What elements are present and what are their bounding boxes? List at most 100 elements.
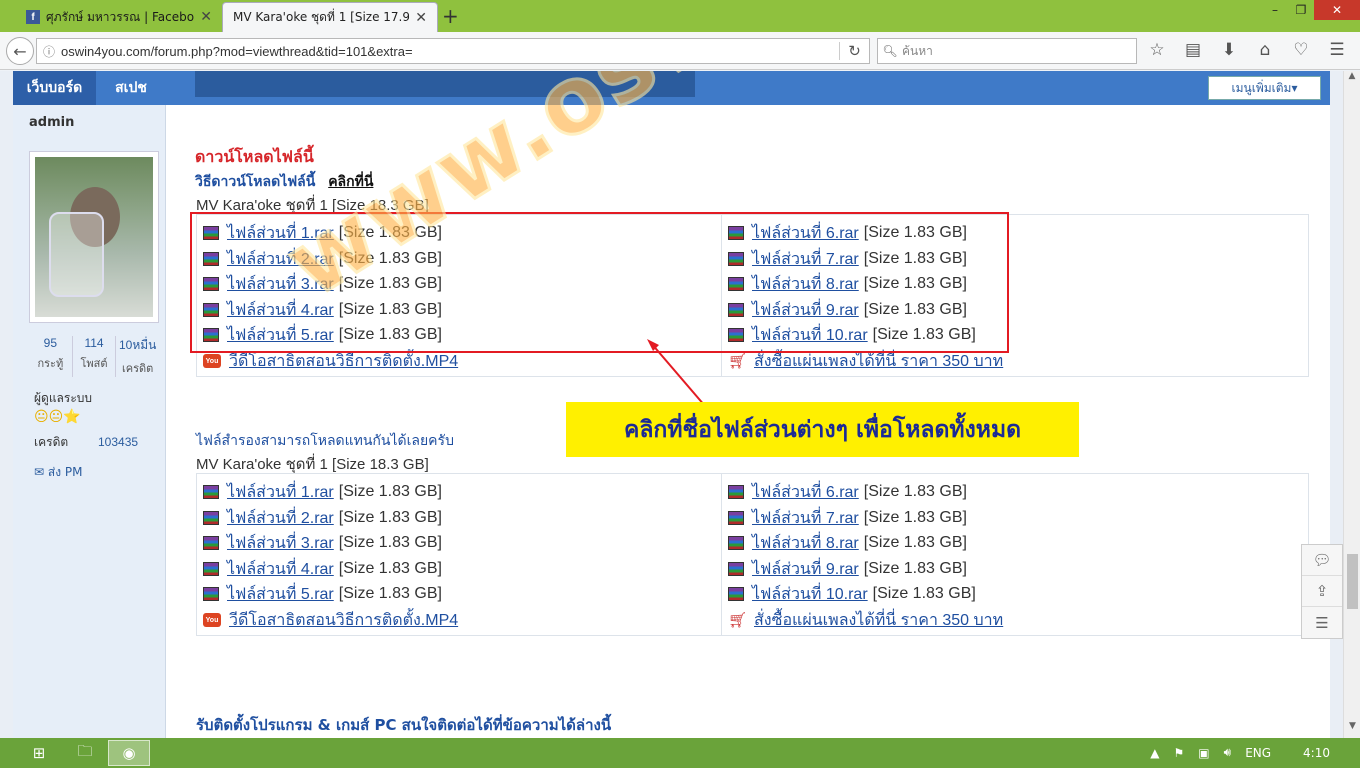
toolbar-icons: ☆ ▤ ⬇ ⌂ ♡ ☰: [1145, 40, 1349, 60]
maximize-button[interactable]: ❐: [1288, 0, 1314, 20]
home-icon[interactable]: ⌂: [1253, 40, 1277, 60]
nav-space[interactable]: สเปช: [101, 71, 161, 105]
list-item: ไฟล์ส่วนที่ 3.rar [Size 1.83 GB]: [203, 531, 442, 555]
size-label: [Size 1.83 GB]: [863, 483, 967, 500]
list-item: ไฟล์ส่วนที่ 5.rar [Size 1.83 GB]: [203, 582, 442, 606]
tab-mv-karaoke[interactable]: MV Kara'oke ชุดที่ 1 [Size 17.9 ... ✕: [222, 2, 438, 32]
network-icon[interactable]: ▣: [1198, 746, 1209, 760]
size-label: [Size 1.83 GB]: [338, 560, 442, 577]
part-link[interactable]: ไฟล์ส่วนที่ 9.rar: [752, 557, 859, 582]
stat-value: 95: [43, 336, 58, 350]
language-indicator[interactable]: ENG: [1245, 746, 1271, 760]
mirror-heading: ไฟล์สำรองสามารถโหลดแทนกันได้เลยครับ: [196, 433, 454, 449]
rar-icon: [728, 562, 744, 576]
close-window-button[interactable]: ✕: [1314, 0, 1360, 20]
stat-value: 114: [84, 336, 104, 350]
floating-tools: 💬︎ ⇪ ☰: [1301, 544, 1343, 639]
mirror-download-table: ไฟล์ส่วนที่ 1.rar [Size 1.83 GB] ไฟล์ส่วน…: [196, 473, 1309, 636]
list-item: ไฟล์ส่วนที่ 2.rar [Size 1.83 GB]: [203, 506, 442, 530]
rar-icon: [728, 485, 744, 499]
list-item: ไฟล์ส่วนที่ 6.rar [Size 1.83 GB]: [728, 480, 967, 504]
volume-icon[interactable]: 🔊︎: [1224, 745, 1232, 760]
stat-label: กระทู้: [37, 357, 64, 370]
new-tab-button[interactable]: +: [442, 4, 459, 28]
cart-icon: 🛒︎: [728, 353, 748, 370]
howto-link[interactable]: คลิกที่นี่: [328, 174, 373, 190]
minimize-button[interactable]: –: [1262, 0, 1288, 20]
part-link[interactable]: ไฟล์ส่วนที่ 5.rar: [227, 582, 334, 607]
tab-label: ศุภรักษ์ มหาวรรณ | Facebook: [46, 9, 195, 24]
tab-facebook[interactable]: f ศุภรักษ์ มหาวรรณ | Facebook ✕: [16, 2, 222, 32]
system-tray: ▲ ⚑ ▣ 🔊︎ ENG 4:10: [1150, 745, 1330, 760]
part-link[interactable]: ไฟล์ส่วนที่ 3.rar: [227, 531, 334, 556]
navigation-bar: ← ⓘ oswin4you.com/forum.php?mod=viewthre…: [0, 32, 1360, 70]
file-explorer-icon[interactable]: 🗀: [64, 740, 106, 766]
list-item: ไฟล์ส่วนที่ 9.rar [Size 1.83 GB]: [728, 557, 967, 581]
address-bar[interactable]: ⓘ oswin4you.com/forum.php?mod=viewthread…: [36, 38, 870, 64]
part-link[interactable]: ไฟล์ส่วนที่ 10.rar: [752, 582, 868, 607]
howto-text: วิธีดาวน์โหลดไฟล์นี้: [195, 174, 316, 190]
avatar[interactable]: [29, 151, 159, 323]
part-link[interactable]: ไฟล์ส่วนที่ 7.rar: [752, 506, 859, 531]
rar-icon: [203, 587, 219, 601]
size-label: [Size 1.83 GB]: [863, 534, 967, 551]
order-link[interactable]: สั่งซื้อแผ่นเพลงได้ที่นี่ ราคา 350 บาท: [754, 608, 1003, 633]
rar-icon: [203, 485, 219, 499]
clock[interactable]: 4:10: [1303, 746, 1330, 760]
search-placeholder: ค้นหา: [902, 43, 933, 58]
rar-icon: [203, 536, 219, 550]
scroll-down-icon[interactable]: ▼: [1344, 721, 1360, 738]
list-item: You วีดีโอสาธิตสอนวิธีการติดตั้ง.MP4: [203, 608, 463, 632]
tray-expand-icon[interactable]: ▲: [1150, 746, 1159, 760]
pocket-icon[interactable]: ♡: [1289, 40, 1313, 60]
list-item: ไฟล์ส่วนที่ 1.rar [Size 1.83 GB]: [203, 480, 442, 504]
scrollbar[interactable]: ▲ ▼: [1343, 71, 1360, 738]
send-pm-link[interactable]: ✉ ส่ง PM: [34, 463, 82, 482]
part-link[interactable]: ไฟล์ส่วนที่ 6.rar: [752, 480, 859, 505]
left-column: ไฟล์ส่วนที่ 1.rar [Size 1.83 GB] ไฟล์ส่วน…: [197, 474, 721, 635]
close-tab-icon[interactable]: ✕: [200, 9, 212, 25]
avatar-jar: [49, 212, 104, 297]
back-to-top-icon[interactable]: ⇪: [1302, 576, 1342, 607]
more-menu-button[interactable]: เมนูเพิ่มเติม▾: [1208, 76, 1321, 100]
list-item: 🛒︎ สั่งซื้อแผ่นเพลงได้ที่นี่ ราคา 350 บาท: [728, 608, 1008, 632]
url-text[interactable]: oswin4you.com/forum.php?mod=viewthread&t…: [61, 44, 839, 59]
scroll-thumb[interactable]: [1347, 554, 1358, 609]
back-button[interactable]: ←: [6, 37, 34, 65]
close-tab-icon[interactable]: ✕: [415, 10, 427, 26]
firefox-icon[interactable]: ◉: [108, 740, 150, 766]
username[interactable]: admin: [29, 115, 74, 130]
credit-value: 103435: [98, 435, 139, 449]
cart-icon: 🛒︎: [728, 612, 748, 629]
search-input[interactable]: 🔍︎ ค้นหา: [877, 38, 1137, 64]
nav-webboard[interactable]: เว็บบอร์ด: [13, 71, 96, 105]
scroll-up-icon[interactable]: ▲: [1344, 71, 1360, 88]
stat-credits[interactable]: 10หมื่น เครดิต: [115, 336, 159, 377]
size-label: [Size 1.83 GB]: [863, 560, 967, 577]
reader-icon[interactable]: ▤: [1181, 40, 1205, 60]
info-icon[interactable]: ⓘ: [37, 43, 61, 60]
comment-icon[interactable]: 💬︎: [1302, 545, 1342, 576]
rar-icon: [203, 562, 219, 576]
taskbar: ⊞ 🗀 ◉ ▲ ⚑ ▣ 🔊︎ ENG 4:10: [0, 738, 1360, 768]
search-icon: 🔍︎: [882, 44, 898, 58]
download-heading: ดาวน์โหลดไฟล์นี้: [195, 147, 314, 166]
stat-posts[interactable]: 114 โพสต์: [71, 336, 116, 377]
video-link[interactable]: วีดีโอสาธิตสอนวิธีการติดตั้ง.MP4: [229, 608, 458, 633]
stat-threads[interactable]: 95 กระทู้: [29, 336, 72, 377]
part-link[interactable]: ไฟล์ส่วนที่ 1.rar: [227, 480, 334, 505]
part-link[interactable]: ไฟล์ส่วนที่ 2.rar: [227, 506, 334, 531]
part-link[interactable]: ไฟล์ส่วนที่ 4.rar: [227, 557, 334, 582]
right-column: ไฟล์ส่วนที่ 6.rar [Size 1.83 GB] ไฟล์ส่วน…: [721, 474, 1245, 635]
page-viewport: เว็บบอร์ด สเปช เมนูเพิ่มเติม▾ admin 95 ก…: [0, 71, 1360, 738]
tab-bar: f ศุภรักษ์ มหาวรรณ | Facebook ✕ MV Kara'…: [0, 0, 1360, 32]
star-icon[interactable]: ☆: [1145, 40, 1169, 60]
menu-icon[interactable]: ☰: [1325, 40, 1349, 60]
rar-icon: [728, 587, 744, 601]
list-icon[interactable]: ☰: [1302, 607, 1342, 638]
flag-icon[interactable]: ⚑: [1174, 746, 1185, 760]
part-link[interactable]: ไฟล์ส่วนที่ 8.rar: [752, 531, 859, 556]
reload-icon[interactable]: ↻: [839, 42, 869, 60]
start-button[interactable]: ⊞: [18, 740, 60, 766]
download-icon[interactable]: ⬇: [1217, 40, 1241, 60]
